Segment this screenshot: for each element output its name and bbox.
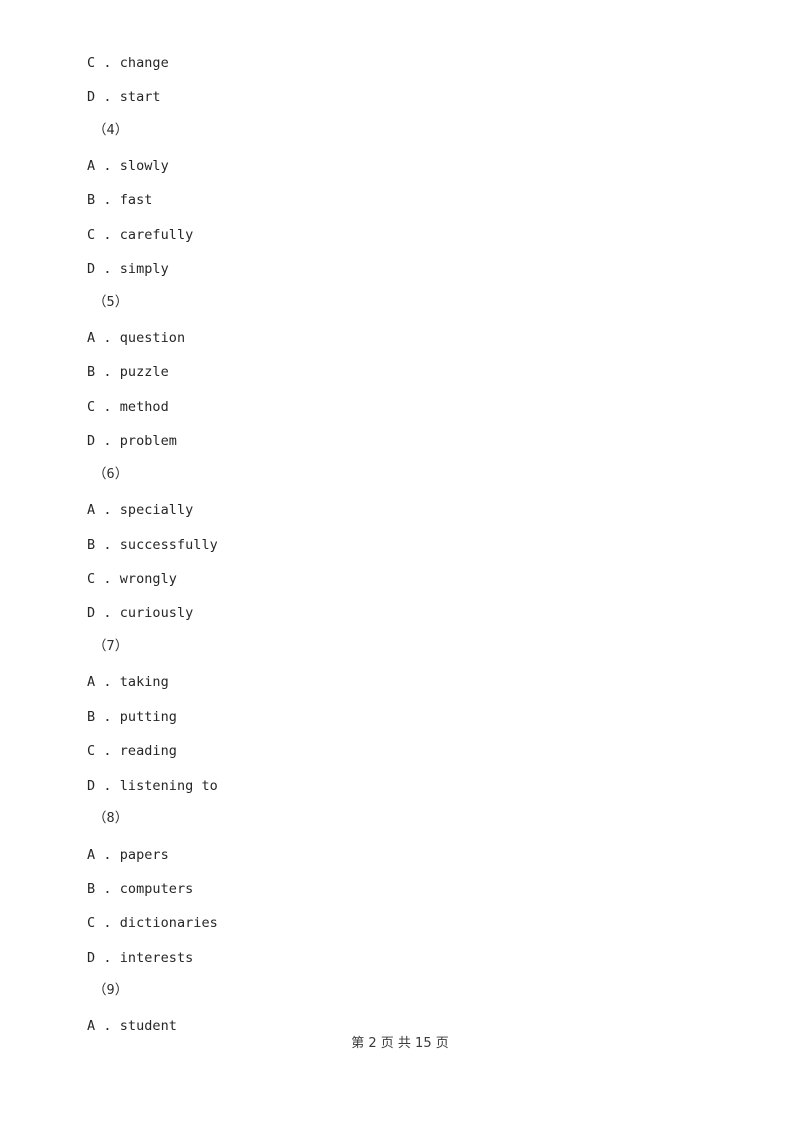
answer-option: A . papers (87, 847, 169, 863)
question-number: （9） (93, 982, 129, 998)
question-number: （7） (93, 638, 129, 654)
document-page: C . change D . start （4） A . slowly B . fast… (0, 0, 800, 1132)
answer-option: B . putting (87, 709, 177, 725)
answer-option: C . method (87, 399, 169, 415)
answer-option: C . wrongly (87, 571, 177, 587)
answer-option: C . dictionaries (87, 915, 218, 931)
question-number: （5） (93, 294, 129, 310)
answer-option: B . puzzle (87, 364, 169, 380)
question-number: （8） (93, 810, 129, 826)
answer-option: A . taking (87, 674, 169, 690)
answer-option: D . listening to (87, 778, 218, 794)
question-number: （6） (93, 466, 129, 482)
question-number: （4） (93, 122, 129, 138)
answer-option: B . fast (87, 192, 153, 208)
answer-option: C . reading (87, 743, 177, 759)
answer-option: C . change (87, 55, 169, 71)
answer-option: D . curiously (87, 605, 194, 621)
answer-option: A . specially (87, 502, 194, 518)
answer-option: B . successfully (87, 537, 218, 553)
answer-option: D . problem (87, 433, 177, 449)
answer-option: B . computers (87, 881, 194, 897)
answer-option: D . interests (87, 950, 194, 966)
page-number-footer: 第 2 页 共 15 页 (351, 1036, 449, 1051)
answer-option: D . start (87, 89, 161, 105)
answer-option: C . carefully (87, 227, 194, 243)
answer-option: A . question (87, 330, 186, 346)
answer-option: A . slowly (87, 158, 169, 174)
answer-option: D . simply (87, 261, 169, 277)
